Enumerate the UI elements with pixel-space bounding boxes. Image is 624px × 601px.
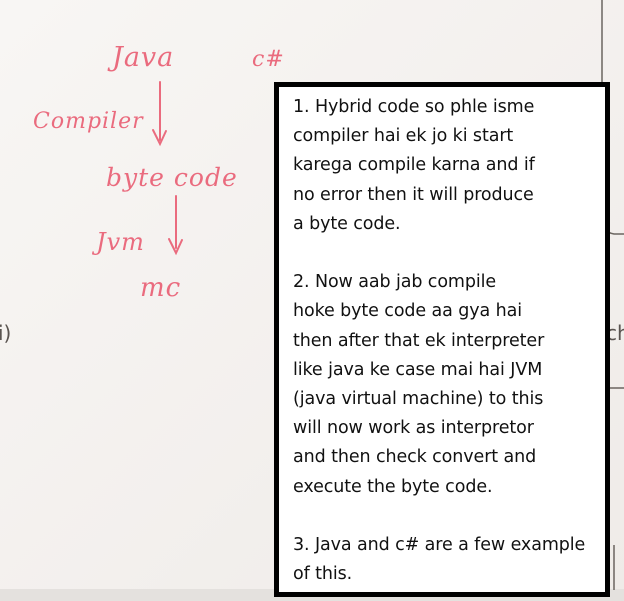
label-compiler: Compiler (33, 109, 144, 134)
label-jvm: Jvm (91, 228, 145, 256)
label-byte-code: byte code (106, 163, 238, 192)
note-point-3: 3. Java and c# are a few example of this… (293, 535, 586, 585)
label-mc: mc (140, 273, 181, 303)
note-text: 1. Hybrid code so phle isme compiler hai… (293, 93, 613, 589)
note-point-1: 1. Hybrid code so phle isme compiler hai… (293, 97, 535, 234)
note-point-2: 2. Now aab jab compile hoke byte code aa… (293, 272, 545, 497)
label-java: Java (107, 42, 174, 73)
note-box: 1. Hybrid code so phle isme compiler hai… (274, 82, 610, 597)
partial-left-text: i) (0, 321, 11, 345)
label-csharp: c# (252, 47, 285, 72)
